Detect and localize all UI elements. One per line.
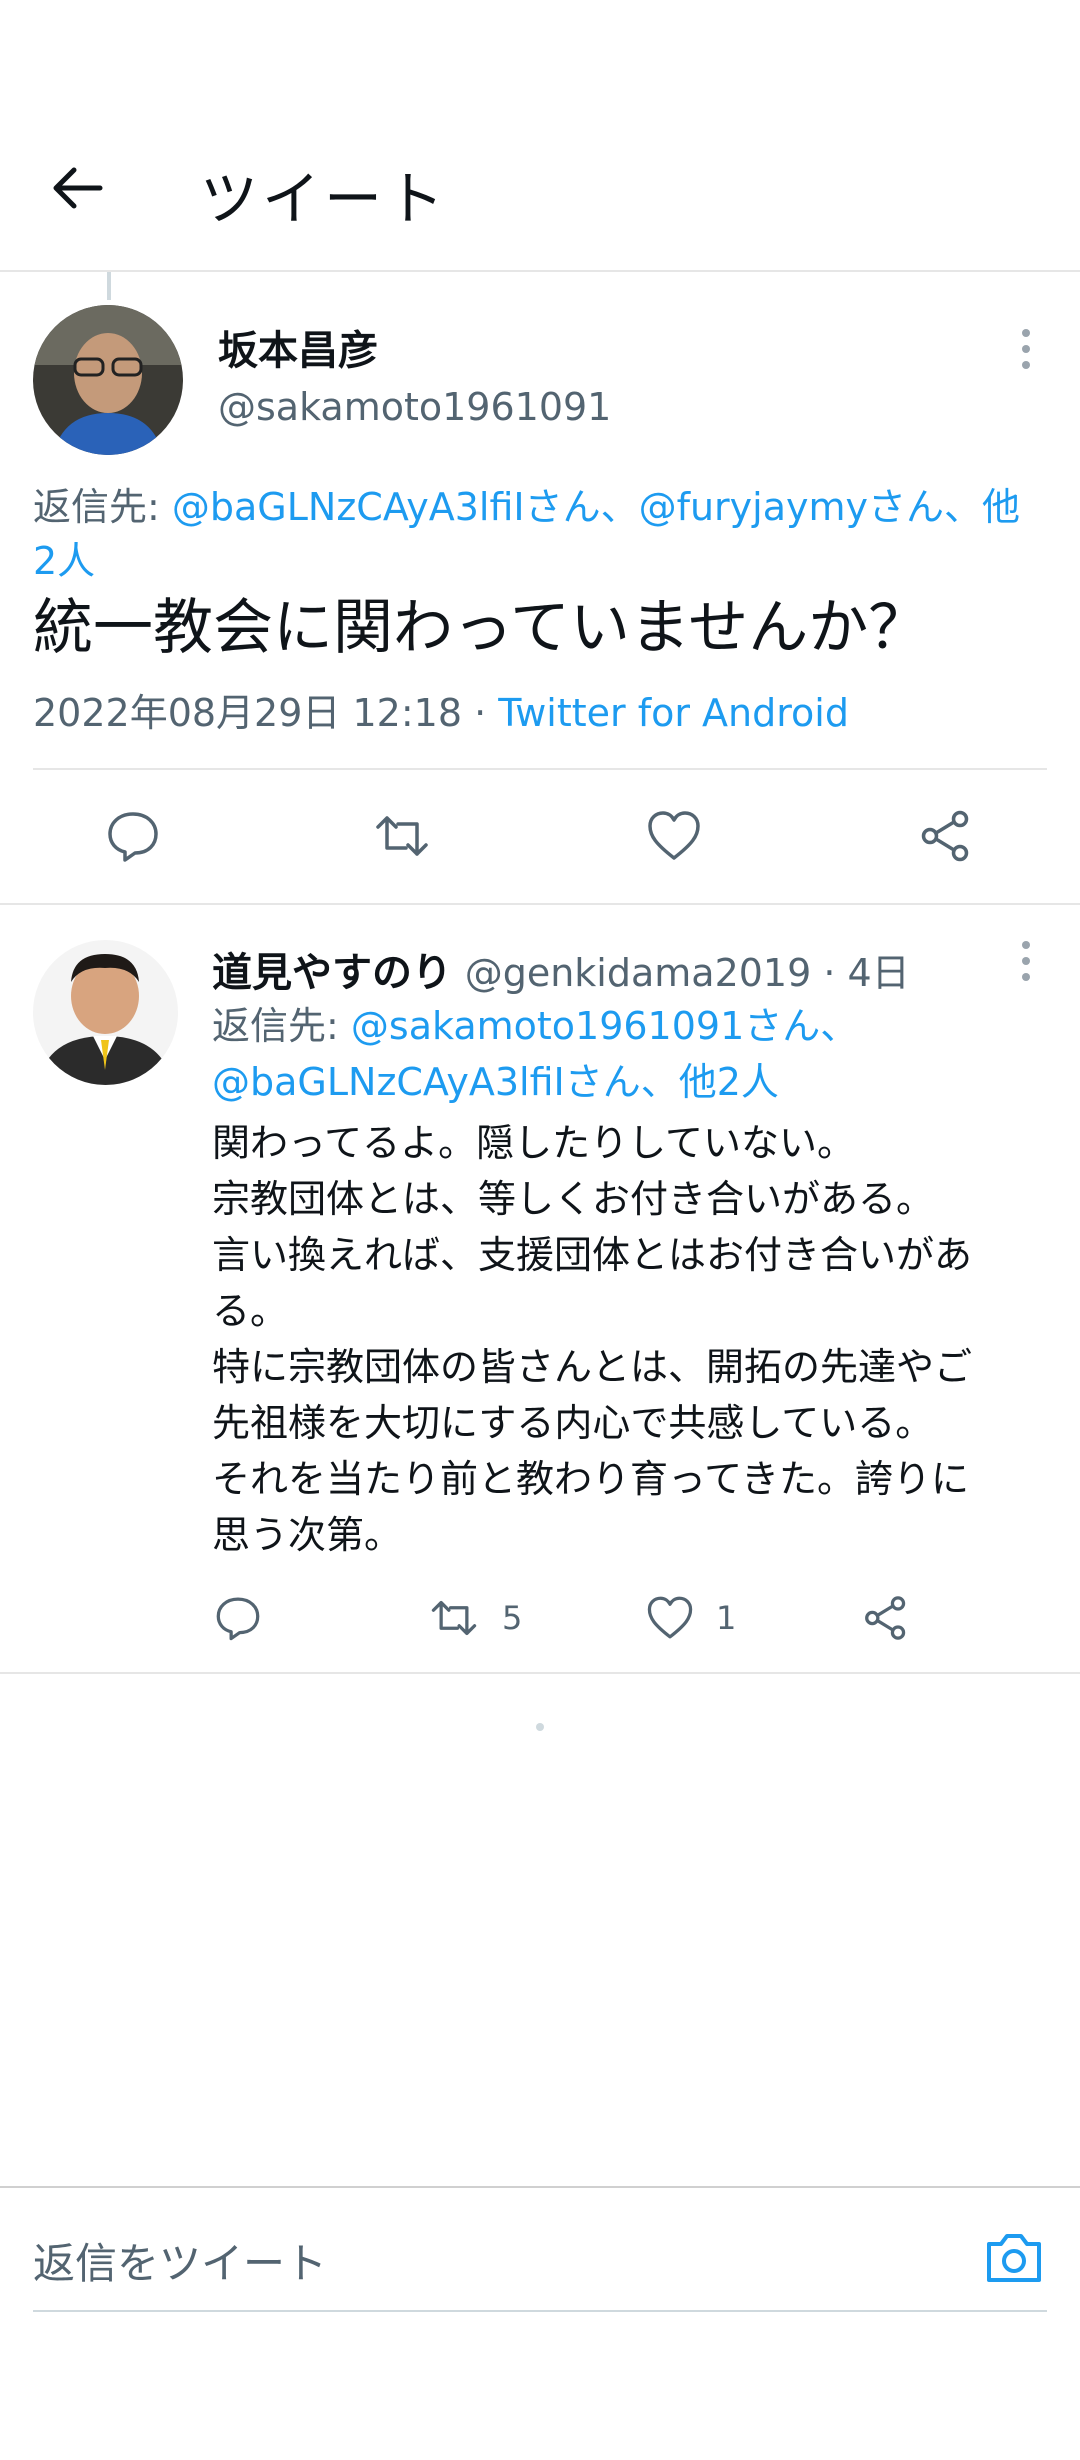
- like-count: 1: [716, 1599, 737, 1637]
- like-icon[interactable]: [646, 1594, 694, 1642]
- reply-author-handle[interactable]: @genkidama2019: [465, 951, 812, 995]
- reply-to-line: 返信先: @baGLNzCAyA3lfiIさん、@furyjaymyさん、他2人: [33, 480, 1043, 588]
- author-name[interactable]: 坂本昌彦: [218, 318, 378, 376]
- more-icon[interactable]: [1011, 937, 1041, 987]
- reply-text-line: る。: [212, 1289, 289, 1333]
- reply-header: 道見やすのり @genkidama2019 · 4日: [212, 940, 910, 998]
- reply-input[interactable]: 返信をツイート: [33, 2230, 327, 2291]
- tweet-text: 統一教会に関わっていませんか？: [33, 593, 929, 663]
- reply-to-line: 返信先: @sakamoto1961091さん、@baGLNzCAyA3lfiI…: [212, 998, 1052, 1110]
- reply-text-line: 言い換えれば、支援団体とはお付き合いがあ: [212, 1233, 973, 1277]
- share-icon[interactable]: [918, 808, 974, 864]
- divider: [33, 768, 1047, 770]
- top-bar: ツイート: [0, 100, 1080, 272]
- reply-text-line: 関わってるよ。隠したりしていない。: [212, 1121, 855, 1165]
- retweet-count: 5: [502, 1599, 523, 1637]
- meta-separator: ·: [462, 691, 499, 735]
- composer-divider: [0, 2186, 1080, 2188]
- page-title: ツイート: [200, 165, 449, 233]
- reply-to-users[interactable]: @baGLNzCAyA3lfiIさん、@furyjaymyさん、他2人: [33, 485, 1020, 583]
- reply-text-line: 宗教団体とは、等しくお付き合いがある。: [212, 1177, 935, 1221]
- reply-time-value: 4日: [847, 951, 910, 995]
- tweet-separator: [0, 1672, 1080, 1674]
- more-icon[interactable]: [1011, 325, 1041, 375]
- retweet-icon[interactable]: [430, 1594, 478, 1642]
- reply-text: 関わってるよ。隠したりしていない。 宗教団体とは、等しくお付き合いがある。 言い…: [212, 1115, 1042, 1563]
- back-arrow-icon[interactable]: [48, 158, 108, 218]
- reply-time: · 4日: [811, 951, 909, 995]
- avatar-main[interactable]: [33, 305, 183, 455]
- tweet-meta: 2022年08月29日 12:18 · Twitter for Android: [33, 682, 849, 737]
- composer-underline: [33, 2310, 1047, 2312]
- like-icon[interactable]: [646, 808, 702, 864]
- reply-text-line: 思う次第。: [212, 1513, 403, 1557]
- reply-icon[interactable]: [105, 808, 161, 864]
- reply-text-line: 特に宗教団体の皆さんとは、開拓の先達やご: [212, 1345, 973, 1389]
- thread-line: [107, 272, 111, 300]
- share-icon[interactable]: [862, 1594, 910, 1642]
- tweet-separator: [0, 903, 1080, 905]
- reply-to-prefix: 返信先:: [212, 1004, 351, 1048]
- reply-author-name[interactable]: 道見やすのり: [212, 950, 452, 996]
- reply-icon[interactable]: [214, 1594, 262, 1642]
- reply-to-prefix: 返信先:: [33, 485, 172, 529]
- reply-text-line: 先祖様を大切にする内心で共感している。: [212, 1401, 934, 1445]
- avatar-reply[interactable]: [33, 940, 178, 1085]
- reply-text-line: それを当たり前と教わり育ってきた。誇りに: [212, 1457, 969, 1501]
- camera-icon[interactable]: [983, 2228, 1045, 2286]
- author-handle[interactable]: @sakamoto1961091: [218, 385, 611, 429]
- reply-time-separator: ·: [811, 951, 848, 995]
- loading-indicator: [536, 1723, 544, 1731]
- source-link[interactable]: Twitter for Android: [498, 691, 849, 735]
- timestamp: 2022年08月29日 12:18: [33, 691, 463, 735]
- retweet-icon[interactable]: [374, 808, 430, 864]
